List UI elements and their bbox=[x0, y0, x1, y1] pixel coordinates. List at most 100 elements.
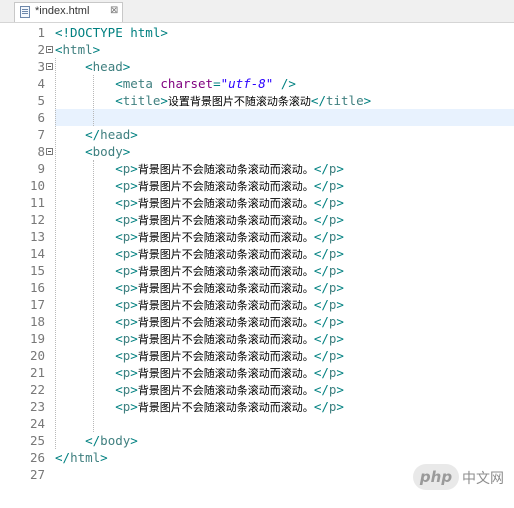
token-br: </ bbox=[313, 246, 329, 261]
token-txt: 背景图片不会随滚动条滚动而滚动。 bbox=[137, 299, 314, 312]
line-number: 8 bbox=[37, 144, 45, 159]
token-br: </ bbox=[313, 280, 329, 295]
code-line: 8 <body> bbox=[18, 143, 514, 160]
token-br: < bbox=[115, 246, 123, 261]
code-text: <p>背景图片不会随滚动条滚动而滚动。</p> bbox=[55, 194, 344, 212]
token-txt: 背景图片不会随滚动条滚动而滚动。 bbox=[137, 214, 314, 227]
fold-toggle-icon[interactable] bbox=[46, 46, 53, 53]
line-number: 22 bbox=[29, 382, 45, 397]
token-br: > bbox=[130, 297, 138, 312]
code-text: <meta charset="utf-8" /> bbox=[55, 75, 296, 92]
code-text: <!DOCTYPE html> bbox=[55, 24, 168, 41]
code-editor[interactable]: 1 <!DOCTYPE html> 2 <html> 3 <head> 4 <meta c… bbox=[18, 23, 514, 495]
token-br: > bbox=[336, 229, 344, 244]
token-txt: 背景图片不会随滚动条滚动而滚动。 bbox=[137, 180, 314, 193]
line-number: 2 bbox=[37, 42, 45, 57]
token-br: > bbox=[336, 348, 344, 363]
token-txt: 背景图片不会随滚动条滚动而滚动。 bbox=[137, 282, 314, 295]
line-number: 9 bbox=[37, 161, 45, 176]
token-txt: 背景图片不会随滚动条滚动而滚动。 bbox=[137, 333, 314, 346]
code-text: <p>背景图片不会随滚动条滚动而滚动。</p> bbox=[55, 177, 344, 195]
token-br: > bbox=[336, 365, 344, 380]
token-tag: head bbox=[92, 59, 123, 74]
line-number: 12 bbox=[29, 212, 45, 227]
code-text: <p>背景图片不会随滚动条滚动而滚动。</p> bbox=[55, 279, 344, 297]
line-number: 23 bbox=[29, 399, 45, 414]
token-attr: charset bbox=[160, 76, 214, 91]
line-number: 19 bbox=[29, 331, 45, 346]
code-text: <p>背景图片不会随滚动条滚动而滚动。</p> bbox=[55, 330, 344, 348]
token-br: > bbox=[336, 246, 344, 261]
token-br: </ bbox=[313, 314, 329, 329]
token-txt: 设置背景图片不随滚动条滚动 bbox=[167, 95, 311, 108]
token-br: > bbox=[336, 331, 344, 346]
fold-toggle-icon[interactable] bbox=[46, 148, 53, 155]
token-br: > bbox=[130, 229, 138, 244]
line-number: 20 bbox=[29, 348, 45, 363]
token-br: /> bbox=[280, 76, 296, 91]
code-text: <p>背景图片不会随滚动条滚动而滚动。</p> bbox=[55, 245, 344, 263]
line-number: 26 bbox=[29, 450, 45, 465]
line-number: 21 bbox=[29, 365, 45, 380]
code-text: <p>背景图片不会随滚动条滚动而滚动。</p> bbox=[55, 364, 344, 382]
token-br: > bbox=[336, 314, 344, 329]
indent-guide bbox=[93, 75, 94, 126]
token-br: = bbox=[213, 76, 221, 91]
code-text: <p>背景图片不会随滚动条滚动而滚动。</p> bbox=[55, 262, 344, 280]
token-br: > bbox=[130, 331, 138, 346]
tab-title: *index.html bbox=[35, 5, 90, 17]
token-br: > bbox=[130, 314, 138, 329]
code-text: <p>背景图片不会随滚动条滚动而滚动。</p> bbox=[55, 313, 344, 331]
line-number: 27 bbox=[29, 467, 45, 482]
line-number: 24 bbox=[29, 416, 45, 431]
token-br: </ bbox=[313, 212, 329, 227]
line-number: 1 bbox=[37, 25, 45, 40]
token-br: < bbox=[115, 161, 123, 176]
token-br: < bbox=[55, 42, 63, 57]
line-number: 14 bbox=[29, 246, 45, 261]
token-br: > bbox=[130, 127, 138, 142]
close-icon[interactable]: ⊠ bbox=[110, 5, 118, 16]
line-number: 6 bbox=[37, 110, 45, 125]
token-br: < bbox=[115, 212, 123, 227]
line-number: 5 bbox=[37, 93, 45, 108]
code-line: 1 <!DOCTYPE html> bbox=[18, 24, 514, 41]
code-line: 2 <html> bbox=[18, 41, 514, 58]
token-br: > bbox=[130, 195, 138, 210]
code-text: <html> bbox=[55, 41, 100, 58]
token-br: < bbox=[115, 263, 123, 278]
token-br: < bbox=[115, 399, 123, 414]
tab-index-html[interactable]: *index.html ⊠ bbox=[14, 2, 123, 22]
token-br: > bbox=[130, 348, 138, 363]
token-br: > bbox=[130, 212, 138, 227]
editor-tab-bar: *index.html ⊠ bbox=[0, 0, 514, 23]
token-txt: 背景图片不会随滚动条滚动而滚动。 bbox=[137, 231, 314, 244]
token-br: > bbox=[336, 195, 344, 210]
token-br: > bbox=[130, 382, 138, 397]
code-text: <body> bbox=[55, 143, 130, 160]
token-tag: meta bbox=[122, 76, 153, 91]
code-text: <p>背景图片不会随滚动条滚动而滚动。</p> bbox=[55, 160, 344, 178]
fold-toggle-icon[interactable] bbox=[46, 63, 53, 70]
line-number: 13 bbox=[29, 229, 45, 244]
token-br: </ bbox=[310, 93, 326, 108]
token-br: > bbox=[122, 144, 131, 159]
code-text: <p>背景图片不会随滚动条滚动而滚动。</p> bbox=[55, 398, 344, 416]
token-br: < bbox=[115, 314, 123, 329]
code-line: 3 <head> bbox=[18, 58, 514, 75]
token-txt: 背景图片不会随滚动条滚动而滚动。 bbox=[137, 248, 314, 261]
token-br: > bbox=[363, 93, 372, 108]
token-br: > bbox=[130, 246, 138, 261]
watermark-text: 中文网 bbox=[462, 471, 504, 487]
